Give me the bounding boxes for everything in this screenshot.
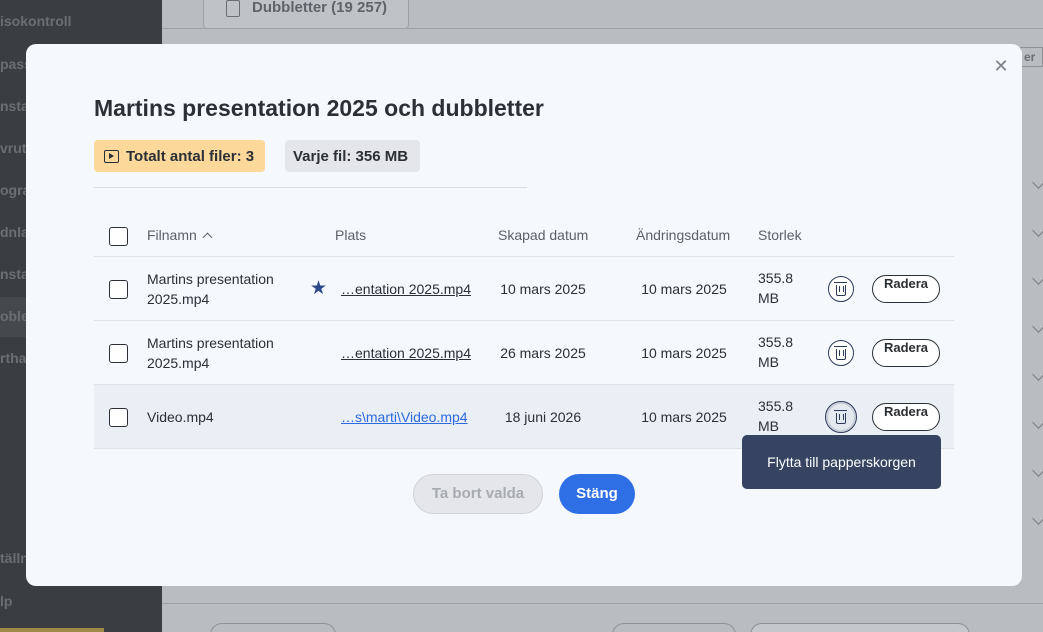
size-cell: 355.8 MB (758, 270, 794, 306)
modified-date-cell: 10 mars 2025 (641, 409, 727, 425)
delete-button[interactable]: Radera (872, 403, 940, 431)
created-date-cell: 26 mars 2025 (500, 345, 586, 361)
trash-icon (834, 410, 847, 424)
trash-button[interactable] (828, 340, 854, 366)
table-header: Filnamn Plats Skapad datum Ändringsdatum… (94, 214, 954, 257)
trash-tooltip: Flytta till papperskorgen (742, 435, 941, 489)
table-row: Martins presentation 2025.mp4 ★ …entatio… (94, 257, 954, 321)
modified-date-cell: 10 mars 2025 (641, 281, 727, 297)
star-icon: ★ (310, 278, 328, 299)
sidebar-item[interactable]: tälln (0, 550, 29, 566)
column-header-created: Skapad datum (498, 227, 589, 243)
close-button[interactable]: Stäng (559, 474, 635, 514)
size-cell: 355.8 MB (758, 334, 794, 370)
trash-button[interactable] (828, 276, 854, 302)
file-path-link[interactable]: …s\marti\Video.mp4 (341, 409, 468, 425)
filename-cell: Video.mp4 (147, 409, 214, 425)
sidebar-item[interactable]: nsta (0, 98, 29, 114)
sidebar-accent-bar (0, 628, 104, 632)
select-all-checkbox[interactable] (109, 227, 128, 246)
sidebar-item[interactable]: rtha (0, 350, 26, 366)
background-footer-button (750, 623, 970, 632)
delete-button[interactable]: Radera (872, 339, 940, 367)
delete-button[interactable]: Radera (872, 275, 940, 303)
sort-ascending-icon (202, 232, 213, 243)
modified-date-cell: 10 mars 2025 (641, 345, 727, 361)
background-footer-button (612, 623, 736, 632)
column-header-location: Plats (335, 227, 367, 243)
created-date-cell: 10 mars 2025 (500, 281, 586, 297)
sidebar-item[interactable]: oble (0, 308, 29, 324)
row-checkbox[interactable] (109, 344, 128, 363)
file-size-label: Varje fil: 356 MB (293, 147, 409, 165)
remove-selected-button[interactable]: Ta bort valda (413, 474, 543, 514)
trash-button[interactable] (825, 401, 857, 433)
file-path-link[interactable]: …entation 2025.mp4 (341, 345, 471, 361)
document-icon (226, 0, 240, 17)
tab-duplicates[interactable]: Dubbletter (19 257) (203, 0, 409, 29)
sidebar-item[interactable]: vrut (0, 140, 26, 156)
sidebar-item[interactable]: lp (0, 593, 12, 609)
size-cell: 355.8 MB (758, 398, 794, 434)
duplicates-dialog: ✕ Martins presentation 2025 och dubblett… (26, 44, 1022, 586)
sidebar-item[interactable]: dnla (0, 224, 29, 240)
trash-icon (834, 346, 847, 360)
column-header-size: Storlek (758, 227, 802, 243)
duplicates-table: Filnamn Plats Skapad datum Ändringsdatum… (94, 214, 954, 449)
filename-cell: Martins presentation 2025.mp4 (147, 335, 274, 371)
sidebar-item[interactable]: nsta (0, 266, 29, 282)
dialog-title: Martins presentation 2025 och dubbletter (94, 95, 544, 121)
filename-cell: Martins presentation 2025.mp4 (147, 271, 274, 307)
trash-icon (834, 282, 847, 296)
video-file-icon (104, 149, 119, 163)
column-header-filename[interactable]: Filnamn (147, 227, 213, 243)
row-checkbox[interactable] (109, 280, 128, 299)
tab-duplicates-label: Dubbletter (19 257) (252, 0, 388, 16)
table-row: Martins presentation 2025.mp4 …entation … (94, 321, 954, 385)
sidebar-item[interactable]: isokontroll (0, 13, 72, 29)
background-footer-line (162, 603, 1043, 604)
total-files-label: Totalt antal filer: 3 (126, 147, 255, 165)
header-divider (94, 187, 527, 188)
file-path-link[interactable]: …entation 2025.mp4 (341, 281, 471, 297)
background-footer-button (210, 623, 336, 632)
background-filter-tag: er (1020, 47, 1043, 67)
close-icon[interactable]: ✕ (988, 54, 1014, 78)
total-files-badge: Totalt antal filer: 3 (94, 140, 265, 172)
file-size-badge: Varje fil: 356 MB (285, 140, 420, 172)
created-date-cell: 18 juni 2026 (504, 409, 582, 425)
column-header-modified: Ändringsdatum (636, 227, 731, 243)
row-checkbox[interactable] (109, 408, 128, 427)
